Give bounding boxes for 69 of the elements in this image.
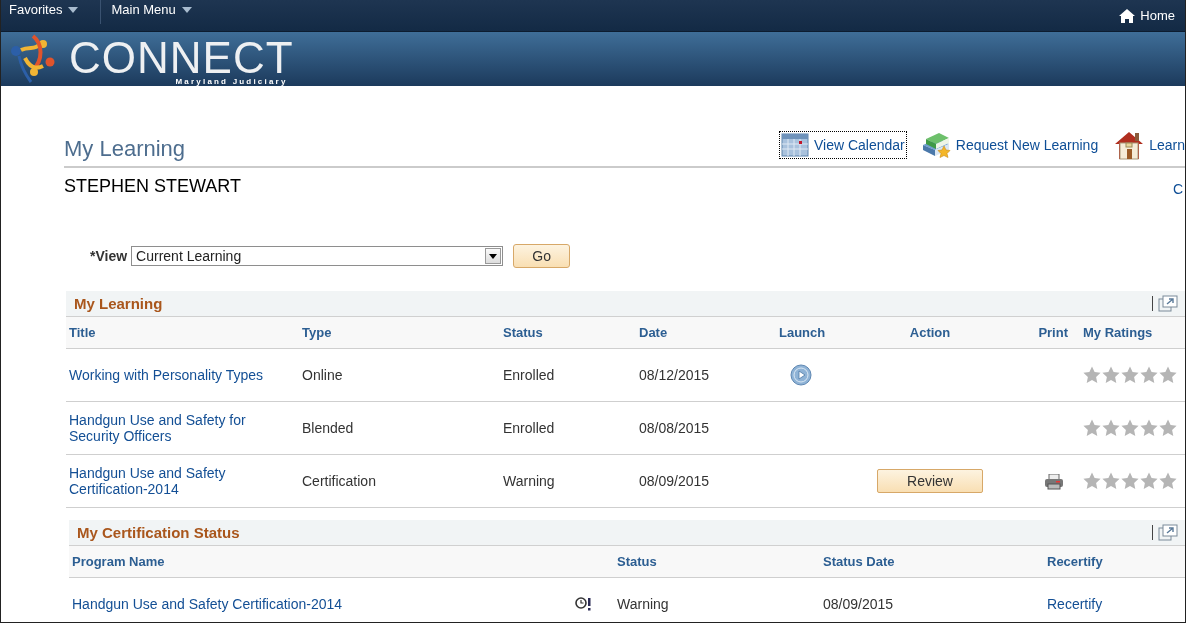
expand-icon xyxy=(1158,295,1178,312)
star-icon xyxy=(1083,366,1101,384)
column-header: Recertify xyxy=(1044,546,1185,578)
section-title: My Learning xyxy=(74,295,163,312)
star-icon xyxy=(1140,472,1158,490)
toolbar-link[interactable]: View Calendar xyxy=(778,131,907,159)
star-icon xyxy=(1140,419,1158,437)
column-header: My Ratings xyxy=(1080,317,1185,349)
date-cell: 08/09/2015 xyxy=(820,577,1044,622)
course-link[interactable]: Working with Personality Types xyxy=(69,367,296,383)
status-cell: Warning xyxy=(614,577,820,622)
star-icon xyxy=(1159,366,1177,384)
house-icon xyxy=(1119,8,1136,23)
type-cell: Online xyxy=(299,348,500,402)
type-cell: Certification xyxy=(299,454,500,508)
user-name: STEPHEN STEWART xyxy=(64,175,242,197)
column-header: Status xyxy=(500,317,636,349)
status-cell: Enrolled xyxy=(500,401,636,455)
review-button[interactable]: Review xyxy=(877,469,983,493)
column-header: Status xyxy=(614,546,820,578)
date-cell: 08/12/2015 xyxy=(636,348,776,402)
section-title: My Certification Status xyxy=(77,524,240,541)
star-icon xyxy=(1102,419,1120,437)
date-cell: 08/09/2015 xyxy=(636,454,776,508)
program-link[interactable]: Handgun Use and Safety Certification-2014 xyxy=(72,595,569,612)
column-header: Launch xyxy=(776,317,870,349)
column-header: Status Date xyxy=(820,546,1044,578)
column-header: Type xyxy=(299,317,500,349)
caret-icon xyxy=(489,253,498,259)
column-header: Action xyxy=(870,317,990,349)
go-button[interactable]: Go xyxy=(513,244,571,268)
expand-icon xyxy=(1158,524,1178,541)
column-header: Program Name xyxy=(69,546,572,578)
play-icon[interactable] xyxy=(790,364,812,386)
view-dropdown[interactable]: Current Learning xyxy=(131,246,504,266)
star-icon xyxy=(1140,366,1158,384)
column-header: Print xyxy=(990,317,1080,349)
star-icon xyxy=(1159,419,1177,437)
star-icon xyxy=(1083,419,1101,437)
star-icon xyxy=(1121,419,1139,437)
books-icon xyxy=(920,131,951,159)
star-icon xyxy=(1121,472,1139,490)
column-header: Date xyxy=(636,317,776,349)
star-icon xyxy=(1102,472,1120,490)
page-link[interactable]: C xyxy=(1170,179,1185,199)
column-header: Title xyxy=(66,317,299,349)
toolbar-link[interactable]: Learn xyxy=(1112,128,1185,162)
menu-button[interactable]: Main Menu xyxy=(111,0,204,21)
printer-icon[interactable] xyxy=(1044,473,1064,490)
calendar-icon xyxy=(780,133,809,157)
toolbar-link[interactable]: Request New Learning xyxy=(918,129,1101,161)
caret-icon xyxy=(68,6,79,13)
star-icon xyxy=(1121,366,1139,384)
field-label: *View xyxy=(90,248,128,264)
status-cell: Enrolled xyxy=(500,348,636,402)
star-icon xyxy=(1102,366,1120,384)
status-cell: Warning xyxy=(500,454,636,508)
home-link[interactable]: Home xyxy=(1119,8,1175,23)
type-cell: Blended xyxy=(299,401,500,455)
star-icon xyxy=(1159,472,1177,490)
course-link[interactable]: Handgun Use and Safety for Security Officers xyxy=(69,412,296,444)
menu-button[interactable]: Favorites xyxy=(9,0,91,21)
page-title: My Learning xyxy=(64,136,186,162)
star-icon xyxy=(1083,472,1101,490)
recertify-link[interactable]: Recertify xyxy=(1047,595,1183,612)
course-link[interactable]: Handgun Use and Safety Certification-2014 xyxy=(69,465,296,497)
date-cell: 08/08/2015 xyxy=(636,401,776,455)
caret-icon xyxy=(181,6,192,13)
house-icon xyxy=(1114,130,1145,160)
